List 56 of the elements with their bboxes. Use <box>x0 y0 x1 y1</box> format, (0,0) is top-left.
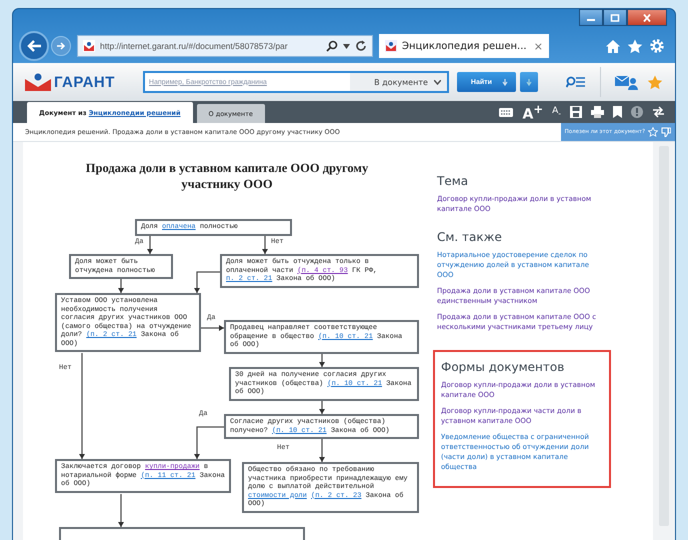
info-icon[interactable] <box>631 106 643 118</box>
minimize-button[interactable] <box>579 9 603 26</box>
connector-arrow <box>118 278 124 293</box>
close-button[interactable] <box>627 9 667 26</box>
arrow-down-icon <box>502 78 508 86</box>
back-button[interactable] <box>19 31 49 61</box>
connector-arrow <box>319 400 325 414</box>
font-smaller-button[interactable]: A$_{-}$ <box>552 106 561 118</box>
caret-icon[interactable] <box>343 44 350 48</box>
star-icon[interactable] <box>647 74 663 90</box>
chevron-icon <box>434 80 441 84</box>
garant-logo[interactable]: ГАРАНТ <box>25 73 115 91</box>
refresh-icon[interactable] <box>355 40 367 52</box>
search-options-button[interactable] <box>520 72 538 92</box>
keyboard-icon[interactable] <box>499 108 514 116</box>
arrow-right-icon <box>56 41 66 51</box>
logo-mark-icon <box>25 73 51 91</box>
site-icon <box>385 40 397 52</box>
swap-arrows-icon[interactable] <box>652 106 665 118</box>
home-icon[interactable] <box>605 38 621 54</box>
search-list-icon[interactable] <box>566 75 586 89</box>
connector-arrow <box>194 271 220 293</box>
maximize-button[interactable] <box>603 9 627 26</box>
star-outline-icon[interactable] <box>648 127 658 137</box>
browser-tab[interactable]: Энциклопедия решен... × <box>379 34 549 58</box>
connector-arrow <box>319 353 325 367</box>
section-title: Формы документов <box>441 360 566 374</box>
connector-arrow <box>201 325 224 331</box>
forward-button[interactable] <box>51 36 71 56</box>
print-icon[interactable] <box>591 106 604 118</box>
site-icon <box>83 40 95 52</box>
arrow-left-icon <box>26 39 42 53</box>
star-icon[interactable] <box>627 38 643 54</box>
arrow-down-icon <box>526 78 532 86</box>
scope-dropdown[interactable]: В документе <box>350 73 447 91</box>
save-icon[interactable] <box>570 106 582 118</box>
close-icon <box>642 14 652 22</box>
search-icon[interactable] <box>326 40 338 52</box>
section-title: См. также <box>437 230 503 244</box>
tab-close-button[interactable]: × <box>534 40 543 52</box>
connector-arrow <box>118 494 124 527</box>
url-text: http://internet.garant.ru/#/document/58078573/par <box>100 41 289 51</box>
settings-icon[interactable] <box>649 38 665 54</box>
mail-user-icon[interactable] <box>615 74 639 90</box>
connector-arrow <box>319 438 325 462</box>
font-larger-button[interactable]: A$^{+}$ <box>522 102 544 122</box>
section-title: Тема <box>437 174 470 188</box>
flowchart-title: Продажа доли в уставном капитале ООО другому участнику ООО <box>84 160 370 192</box>
connector-arrow <box>262 234 268 254</box>
maximize-icon <box>610 14 620 22</box>
connector-arrow <box>194 426 224 459</box>
bookmark-icon[interactable] <box>613 106 622 118</box>
address-field[interactable]: http://internet.garant.ru/#/document/58078573/par <box>77 35 373 57</box>
thumb-down-icon[interactable] <box>661 127 671 137</box>
tab-title: Энциклопедия решен... <box>402 40 528 52</box>
connector-arrow <box>147 234 153 254</box>
